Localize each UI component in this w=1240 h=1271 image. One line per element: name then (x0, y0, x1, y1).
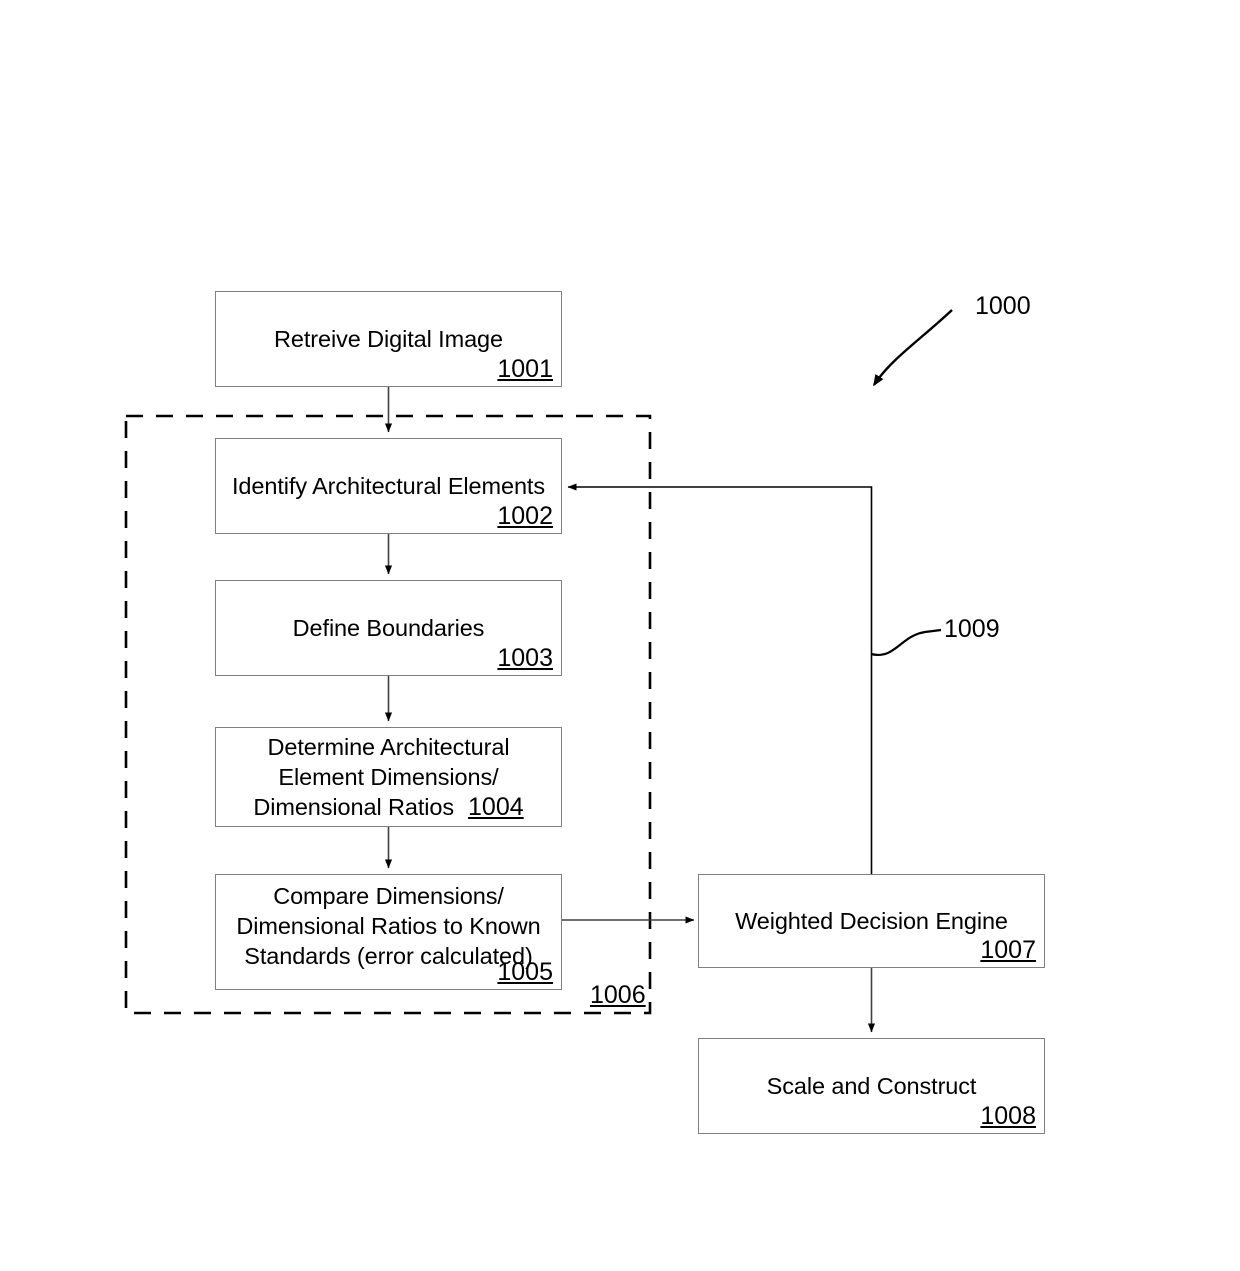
reference-numeral: 1004 (468, 793, 524, 821)
dashed-group-ref-label: 1006 (590, 981, 646, 1009)
reference-numeral: 1002 (497, 502, 553, 530)
weighted-decision-engine-node[interactable]: Weighted Decision Engine 1007 (698, 874, 1045, 968)
reference-numeral: 1001 (497, 355, 553, 383)
feedback-arrow-1007-to-1002 (567, 483, 873, 874)
reference-numeral: 1005 (497, 958, 553, 986)
figure-number-label: 1000 (975, 292, 1031, 320)
node-label: Determine Architectural Element Dimensio… (267, 734, 510, 790)
identify-architectural-elements-node[interactable]: Identify Architectural Elements 1002 (215, 438, 562, 534)
node-label: Retreive Digital Image (274, 326, 503, 352)
node-label: Identify Architectural Elements (232, 473, 545, 499)
lead-line-1009 (870, 628, 942, 657)
node-label: Compare Dimensions/ Dimensional Ratios t… (236, 883, 541, 969)
reference-numeral: 1007 (980, 936, 1036, 964)
scale-and-construct-node[interactable]: Scale and Construct 1008 (698, 1038, 1045, 1134)
patent-figure-1000: Retreive Digital Image 1001 Identify Arc… (0, 0, 1240, 1271)
node-label-last-line: Dimensional Ratios (253, 794, 455, 820)
reference-numeral: 1003 (497, 644, 553, 672)
connector-layer (124, 309, 953, 1033)
node-label: Define Boundaries (292, 615, 485, 641)
retreive-digital-image-node[interactable]: Retreive Digital Image 1001 (215, 291, 562, 387)
node-last-line-with-ref: Dimensional Ratios 1004 (253, 792, 523, 822)
feedback-loop-ref-label: 1009 (944, 615, 1000, 643)
reference-numeral: 1008 (980, 1102, 1036, 1130)
lead-arrow-1000 (872, 309, 953, 387)
define-boundaries-node[interactable]: Define Boundaries 1003 (215, 580, 562, 676)
determine-dimensions-node[interactable]: Determine Architectural Element Dimensio… (215, 727, 562, 827)
compare-to-standards-node[interactable]: Compare Dimensions/ Dimensional Ratios t… (215, 874, 562, 990)
node-label: Weighted Decision Engine (735, 908, 1008, 934)
node-label: Scale and Construct (766, 1073, 977, 1099)
